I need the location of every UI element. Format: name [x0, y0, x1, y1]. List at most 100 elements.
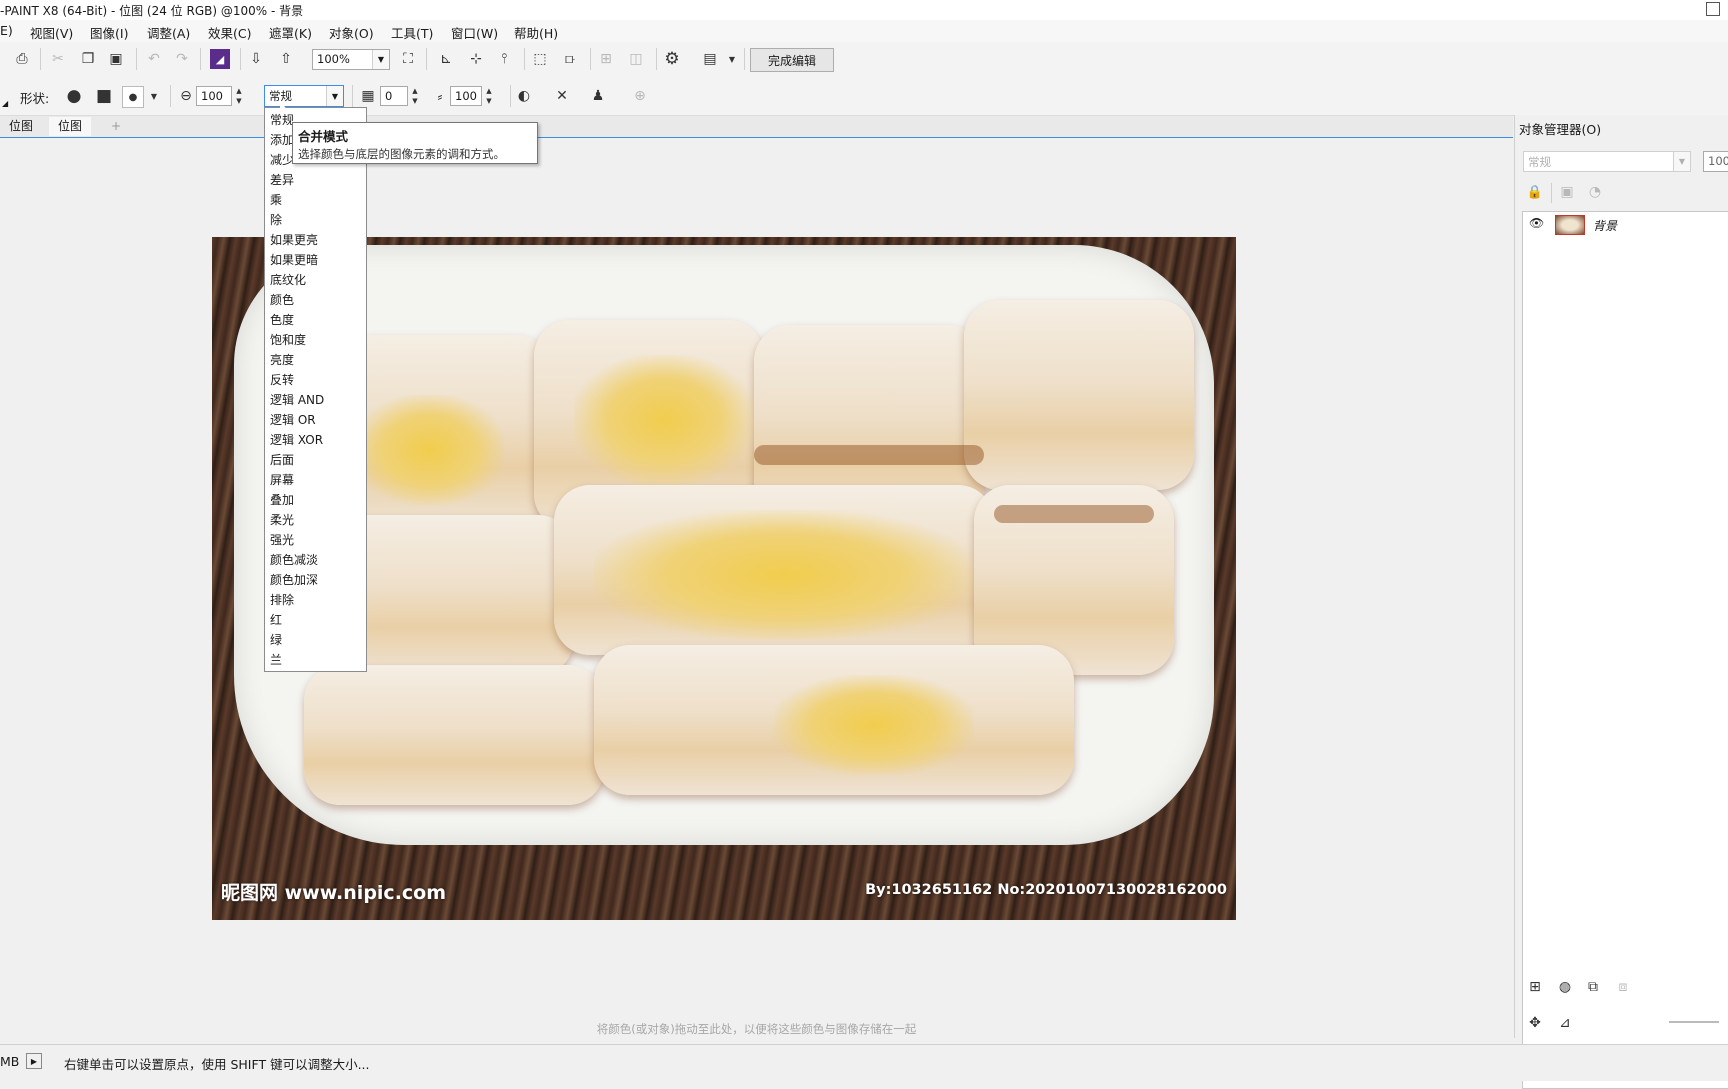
option-if-darker[interactable]: 如果更暗	[270, 251, 318, 269]
print-icon[interactable]: ⎙	[12, 49, 32, 69]
menu-adjust[interactable]: 调整(A)	[147, 23, 190, 42]
export-icon[interactable]: ⇧	[276, 49, 296, 69]
tab-bitmap-1[interactable]: 位图	[0, 117, 42, 136]
lock-icon[interactable]: 🔒	[1525, 182, 1545, 202]
option-saturation[interactable]: 饱和度	[270, 331, 306, 349]
nib-size-icon: ⊖	[180, 88, 192, 104]
symmetry-icon[interactable]: ✕	[552, 86, 572, 106]
transparency-input[interactable]: 0 ▲ ▼	[380, 86, 418, 106]
zoom-level-select[interactable]: 100% ▼	[312, 49, 390, 70]
menu-image[interactable]: 图像(I)	[90, 23, 128, 42]
menu-mask[interactable]: 遮罩(K)	[269, 23, 312, 42]
layer-row[interactable]: 👁 背景	[1523, 212, 1728, 238]
play-icon[interactable]: ▶	[26, 1053, 42, 1069]
pressure-icon[interactable]: ♟	[588, 86, 608, 106]
option-red[interactable]: 红	[270, 611, 282, 629]
add-icon[interactable]: ⊕	[630, 86, 650, 106]
color-well-hint: 将颜色(或对象)拖动至此处，以便将这些颜色与图像存储在一起	[596, 1022, 917, 1036]
option-logical-xor[interactable]: 逻辑 XOR	[270, 431, 323, 449]
option-lightness[interactable]: 亮度	[270, 351, 294, 369]
mask-overlay-icon[interactable]: ⟥	[560, 49, 580, 69]
option-hard-light[interactable]: 强光	[270, 531, 294, 549]
spinner-arrows-icon[interactable]: ▲ ▼	[233, 86, 245, 106]
option-blue[interactable]: 兰	[270, 651, 282, 669]
zoom-slider[interactable]	[1669, 1021, 1719, 1023]
tab-bitmap-2[interactable]: 位图	[49, 117, 92, 136]
spinner-arrows-icon[interactable]: ▲ ▼	[483, 86, 495, 106]
option-soft-light[interactable]: 柔光	[270, 511, 294, 529]
import-icon[interactable]: ⇩	[246, 49, 266, 69]
option-behind[interactable]: 后面	[270, 451, 294, 469]
chevron-down-icon[interactable]: ▼	[144, 86, 164, 106]
separator	[656, 48, 657, 70]
new-lens-icon[interactable]: ◍	[1555, 977, 1575, 997]
option-multiply[interactable]: 乘	[270, 191, 282, 209]
option-difference[interactable]: 差异	[270, 171, 294, 189]
finish-edit-button[interactable]: 完成编辑	[750, 48, 834, 72]
crop-icon[interactable]: ⊞	[596, 49, 616, 69]
option-normal[interactable]: 常规	[270, 111, 294, 129]
properties-icon[interactable]: ⊿	[1555, 1013, 1575, 1033]
option-invert[interactable]: 反转	[270, 371, 294, 389]
menu-object[interactable]: 对象(O)	[329, 23, 374, 42]
menu-effects[interactable]: 效果(C)	[208, 23, 251, 42]
option-screen[interactable]: 屏幕	[270, 471, 294, 489]
object-icon[interactable]: ◫	[626, 49, 646, 69]
undo-icon[interactable]: ↶	[144, 49, 164, 69]
spinner-arrows-icon[interactable]: ▲ ▼	[409, 86, 421, 106]
merge-objects-icon[interactable]: ⧉	[1583, 977, 1603, 997]
corel-launcher-icon[interactable]: ◢	[210, 49, 230, 69]
chevron-down-icon[interactable]: ▼	[722, 49, 742, 69]
option-overlay[interactable]: 叠加	[270, 491, 294, 509]
redo-icon[interactable]: ↷	[172, 49, 192, 69]
guidelines-icon[interactable]: ⫯	[494, 49, 514, 69]
option-hue[interactable]: 色度	[270, 311, 294, 329]
option-color-burn[interactable]: 颜色加深	[270, 571, 318, 589]
option-color-dodge[interactable]: 颜色减淡	[270, 551, 318, 569]
launch-app-icon[interactable]: ▤	[700, 49, 720, 69]
brush-preset-icon[interactable]: ●	[122, 86, 144, 108]
menu-help[interactable]: 帮助(H)	[514, 23, 558, 42]
option-logical-or[interactable]: 逻辑 OR	[270, 411, 316, 429]
layer-opacity-input[interactable]: 100	[1703, 151, 1728, 172]
gear-icon[interactable]: ⚙	[662, 49, 682, 69]
option-texturize[interactable]: 底纹化	[270, 271, 306, 289]
user-icon[interactable]	[1706, 2, 1720, 16]
menu-view[interactable]: 视图(V)	[30, 23, 73, 42]
round-shape-icon[interactable]: ●	[64, 86, 84, 106]
option-green[interactable]: 绿	[270, 631, 282, 649]
clip-mask-icon[interactable]: ◔	[1585, 182, 1605, 202]
copy-icon[interactable]: ❐	[78, 49, 98, 69]
option-divide[interactable]: 除	[270, 211, 282, 229]
option-add[interactable]: 添加	[270, 131, 294, 149]
option-exclusion[interactable]: 排除	[270, 591, 294, 609]
size-input[interactable]: 100 ▲ ▼	[196, 86, 242, 106]
merge-mode-tooltip: 合并模式 选择颜色与底层的图像元素的调和方式。	[292, 122, 538, 164]
anti-alias-icon[interactable]: ◐	[514, 86, 534, 106]
option-if-lighter[interactable]: 如果更亮	[270, 231, 318, 249]
new-object-icon[interactable]: ⊞	[1525, 977, 1545, 997]
layer-merge-mode-select[interactable]: 常规 ▼	[1523, 151, 1691, 172]
menu-tools[interactable]: 工具(T)	[391, 23, 433, 42]
fit-window-icon[interactable]: ⛶	[398, 49, 418, 69]
merge-mode-select[interactable]: 常规 ▼	[264, 85, 344, 107]
layer-name[interactable]: 背景	[1593, 217, 1617, 234]
mask-marquee-icon[interactable]: ⬚	[530, 49, 550, 69]
option-logical-and[interactable]: 逻辑 AND	[270, 391, 324, 409]
rulers-icon[interactable]: ⊾	[436, 49, 456, 69]
cut-icon[interactable]: ✂	[48, 49, 68, 69]
paste-icon[interactable]: ▣	[106, 49, 126, 69]
delete-object-icon[interactable]: ⧈	[1613, 977, 1633, 997]
grid-icon[interactable]: ⊹	[466, 49, 486, 69]
property-bar: ◢ 形状: ● ■ ● ▼ ⊖ 100 ▲ ▼ 常规 ▼ ▦ 0 ▲ ▼ ⸗ 100…	[0, 77, 1728, 116]
square-shape-icon[interactable]: ■	[94, 86, 114, 106]
option-color[interactable]: 颜色	[270, 291, 294, 309]
menu-window[interactable]: 窗口(W)	[451, 23, 498, 42]
feather-input[interactable]: 100 ▲ ▼	[450, 86, 492, 106]
eye-icon[interactable]: 👁	[1529, 216, 1544, 230]
option-subtract[interactable]: 减少	[270, 151, 294, 169]
mask-icon[interactable]: ▣	[1557, 182, 1577, 202]
new-tab-icon[interactable]: +	[102, 117, 130, 136]
menu-edit[interactable]: E)	[0, 23, 13, 38]
view-options-icon[interactable]: ✥	[1525, 1013, 1545, 1033]
